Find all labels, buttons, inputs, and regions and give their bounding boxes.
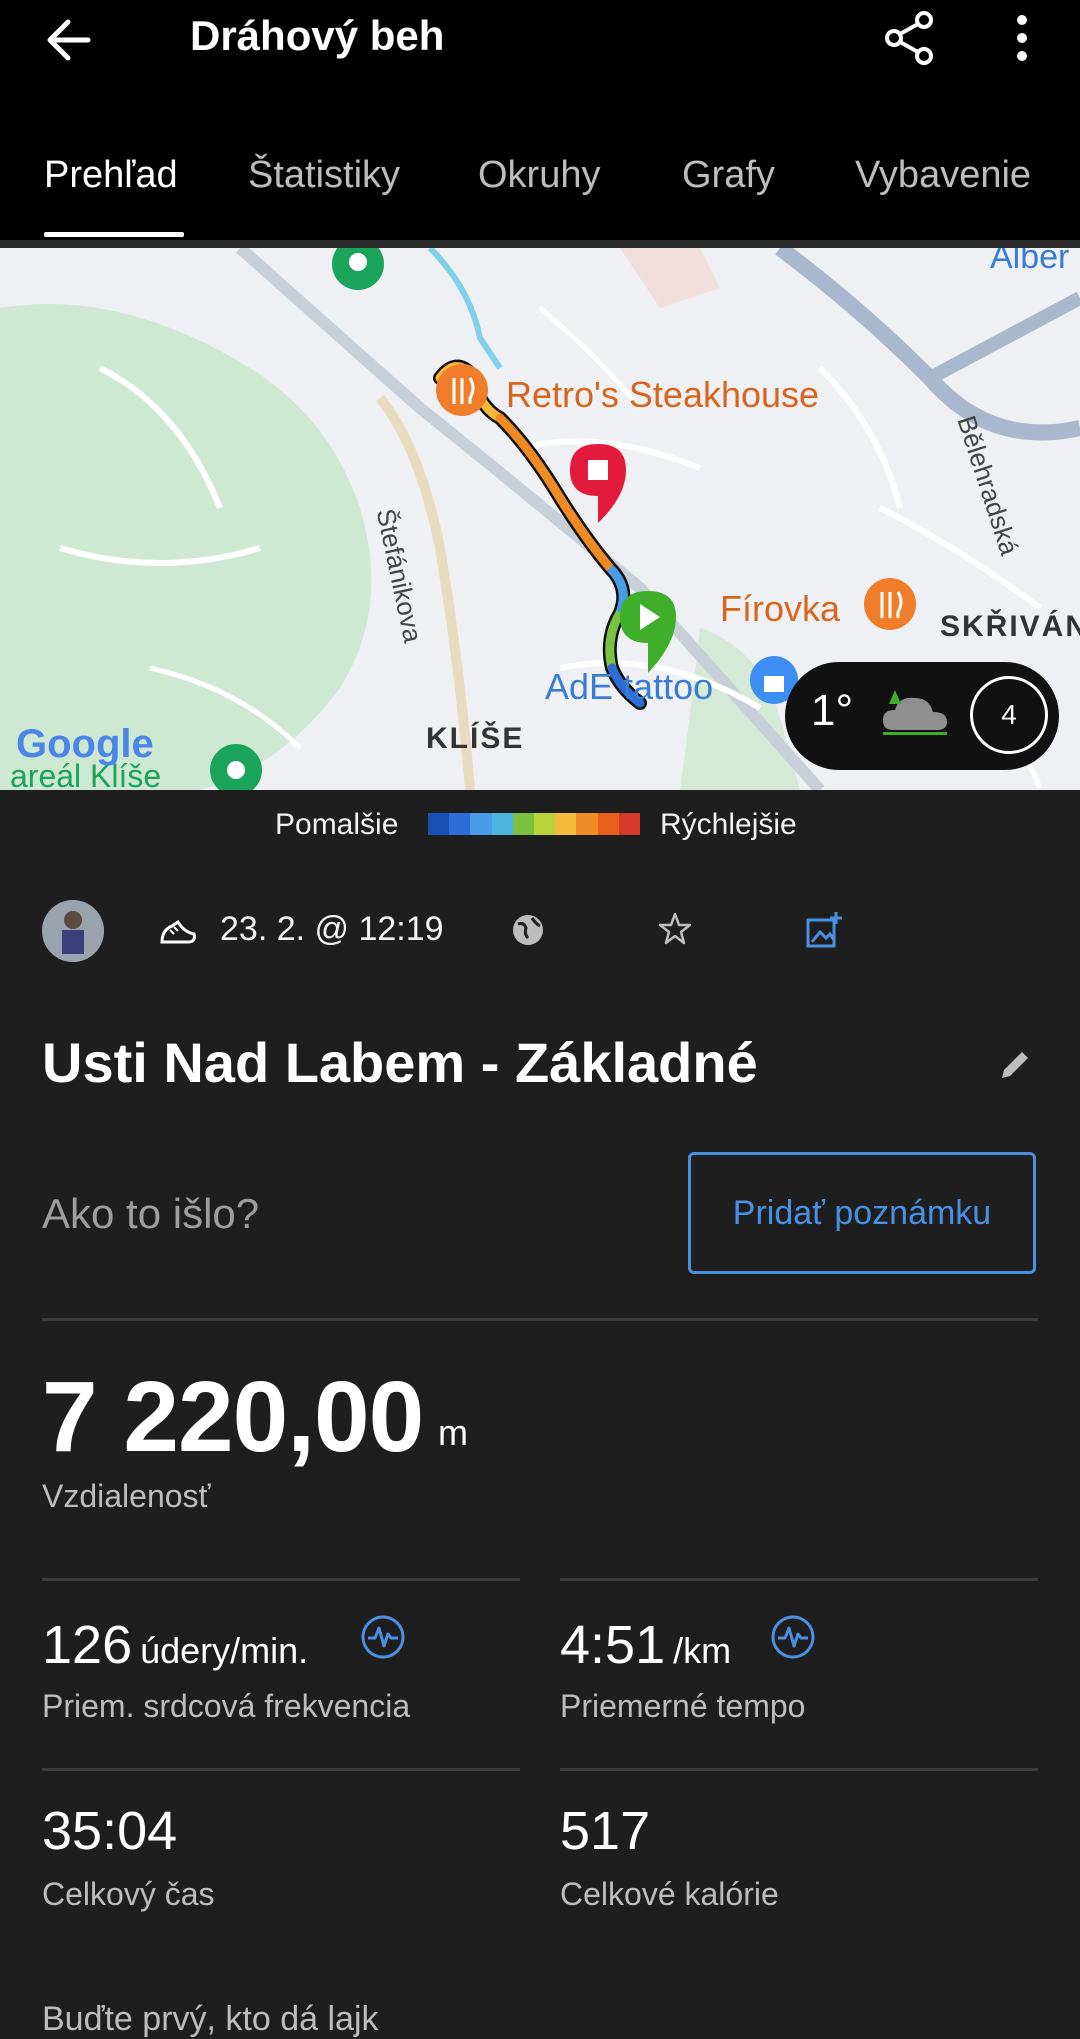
- globe-icon[interactable]: [510, 912, 546, 948]
- tab-charts[interactable]: Grafy: [682, 154, 775, 197]
- speed-legend: Pomalšie Rýchlejšie: [0, 800, 1080, 850]
- more-options-icon[interactable]: [1000, 6, 1044, 70]
- legend-fast-label: Rýchlejšie: [660, 808, 797, 841]
- laps-count: 4: [1001, 699, 1017, 730]
- calories-value: 517: [560, 1801, 651, 1861]
- pace-value: 4:51: [560, 1615, 666, 1675]
- activity-meta-row: 23. 2. @ 12:19: [0, 890, 1080, 970]
- map-label-restaurant: Fírovka: [720, 588, 841, 629]
- speed-gradient-segment: [555, 813, 577, 835]
- map-label-district: SKŘIVÁN: [940, 610, 1080, 643]
- share-icon[interactable]: [880, 6, 940, 70]
- distance-value: 7 220,00: [42, 1361, 424, 1473]
- speed-gradient-segment: [534, 813, 556, 835]
- speed-gradient-bar: [428, 813, 641, 835]
- page-title: Dráhový beh: [190, 12, 445, 59]
- add-photo-icon[interactable]: [804, 910, 844, 950]
- heart-rate-info-icon[interactable]: [360, 1614, 406, 1660]
- divider: [560, 1768, 1038, 1771]
- how-did-it-go-prompt: Ako to išlo?: [42, 1190, 260, 1237]
- laps-counter: 4: [970, 676, 1048, 754]
- speed-gradient-segment: [491, 813, 513, 835]
- star-icon[interactable]: [656, 910, 694, 948]
- heart-rate-label: Priem. srdcová frekvencia: [42, 1688, 411, 1724]
- legend-slow-label: Pomalšie: [275, 808, 399, 841]
- divider: [0, 240, 1080, 248]
- distance-unit: m: [438, 1412, 468, 1453]
- edit-pencil-icon[interactable]: [996, 1046, 1034, 1084]
- tab-gear[interactable]: Vybavenie: [855, 154, 1031, 197]
- calories-label: Celkové kalórie: [560, 1876, 779, 1912]
- add-note-button[interactable]: Pridať poznámku: [688, 1152, 1036, 1274]
- tab-statistics[interactable]: Štatistiky: [248, 154, 400, 197]
- speed-gradient-segment: [470, 813, 492, 835]
- distance-label: Vzdialenosť: [42, 1478, 211, 1514]
- divider: [42, 1318, 1038, 1321]
- tab-bar: Prehľad Štatistiky Okruhy Grafy Vybaveni…: [0, 150, 1080, 240]
- heart-rate-value: 126: [42, 1615, 133, 1675]
- map-label-place: Alber: [990, 248, 1070, 276]
- app-bar: Dráhový beh Prehľad Štatistiky Okruhy Gr…: [0, 0, 1080, 240]
- google-logo: Google: [16, 722, 154, 766]
- activity-name: Usti Nad Labem - Základné: [42, 1031, 758, 1094]
- heart-rate-unit: údery/min.: [140, 1630, 309, 1671]
- speed-gradient-segment: [597, 813, 619, 835]
- pace-unit: /km: [673, 1630, 732, 1671]
- map-label-district: KLÍŠE: [426, 722, 525, 755]
- running-shoe-icon: [158, 914, 198, 950]
- activity-date: 23. 2. @ 12:19: [220, 910, 444, 948]
- speed-gradient-segment: [512, 813, 535, 835]
- restaurant-pin-icon: [436, 364, 488, 416]
- weather-badge: 1° 4: [785, 662, 1059, 770]
- divider: [560, 1578, 1038, 1581]
- map-label-shop: AdE tattoo: [545, 666, 714, 707]
- speed-gradient-segment: [449, 813, 471, 835]
- pace-value-row: 4:51/km: [560, 1614, 731, 1676]
- avatar[interactable]: [42, 900, 104, 962]
- cloud-icon: [875, 682, 955, 752]
- total-time-label: Celkový čas: [42, 1876, 215, 1912]
- speed-gradient-segment: [428, 813, 450, 835]
- heart-rate-value-row: 126 údery/min.: [42, 1614, 308, 1676]
- speed-gradient-segment: [576, 813, 598, 835]
- speed-gradient-segment: [618, 813, 641, 835]
- pace-info-icon[interactable]: [770, 1614, 816, 1660]
- back-arrow-icon[interactable]: [40, 10, 110, 70]
- tab-overview[interactable]: Prehľad: [44, 154, 178, 197]
- pace-label: Priemerné tempo: [560, 1688, 806, 1724]
- divider: [42, 1578, 520, 1581]
- restaurant-pin-icon: [864, 578, 916, 630]
- total-time-value: 35:04: [42, 1801, 178, 1861]
- active-tab-indicator: [44, 232, 184, 237]
- tab-laps[interactable]: Okruhy: [478, 154, 600, 197]
- divider: [42, 1768, 520, 1771]
- temperature: 1°: [811, 686, 854, 735]
- map-label-restaurant: Retro's Steakhouse: [506, 374, 820, 415]
